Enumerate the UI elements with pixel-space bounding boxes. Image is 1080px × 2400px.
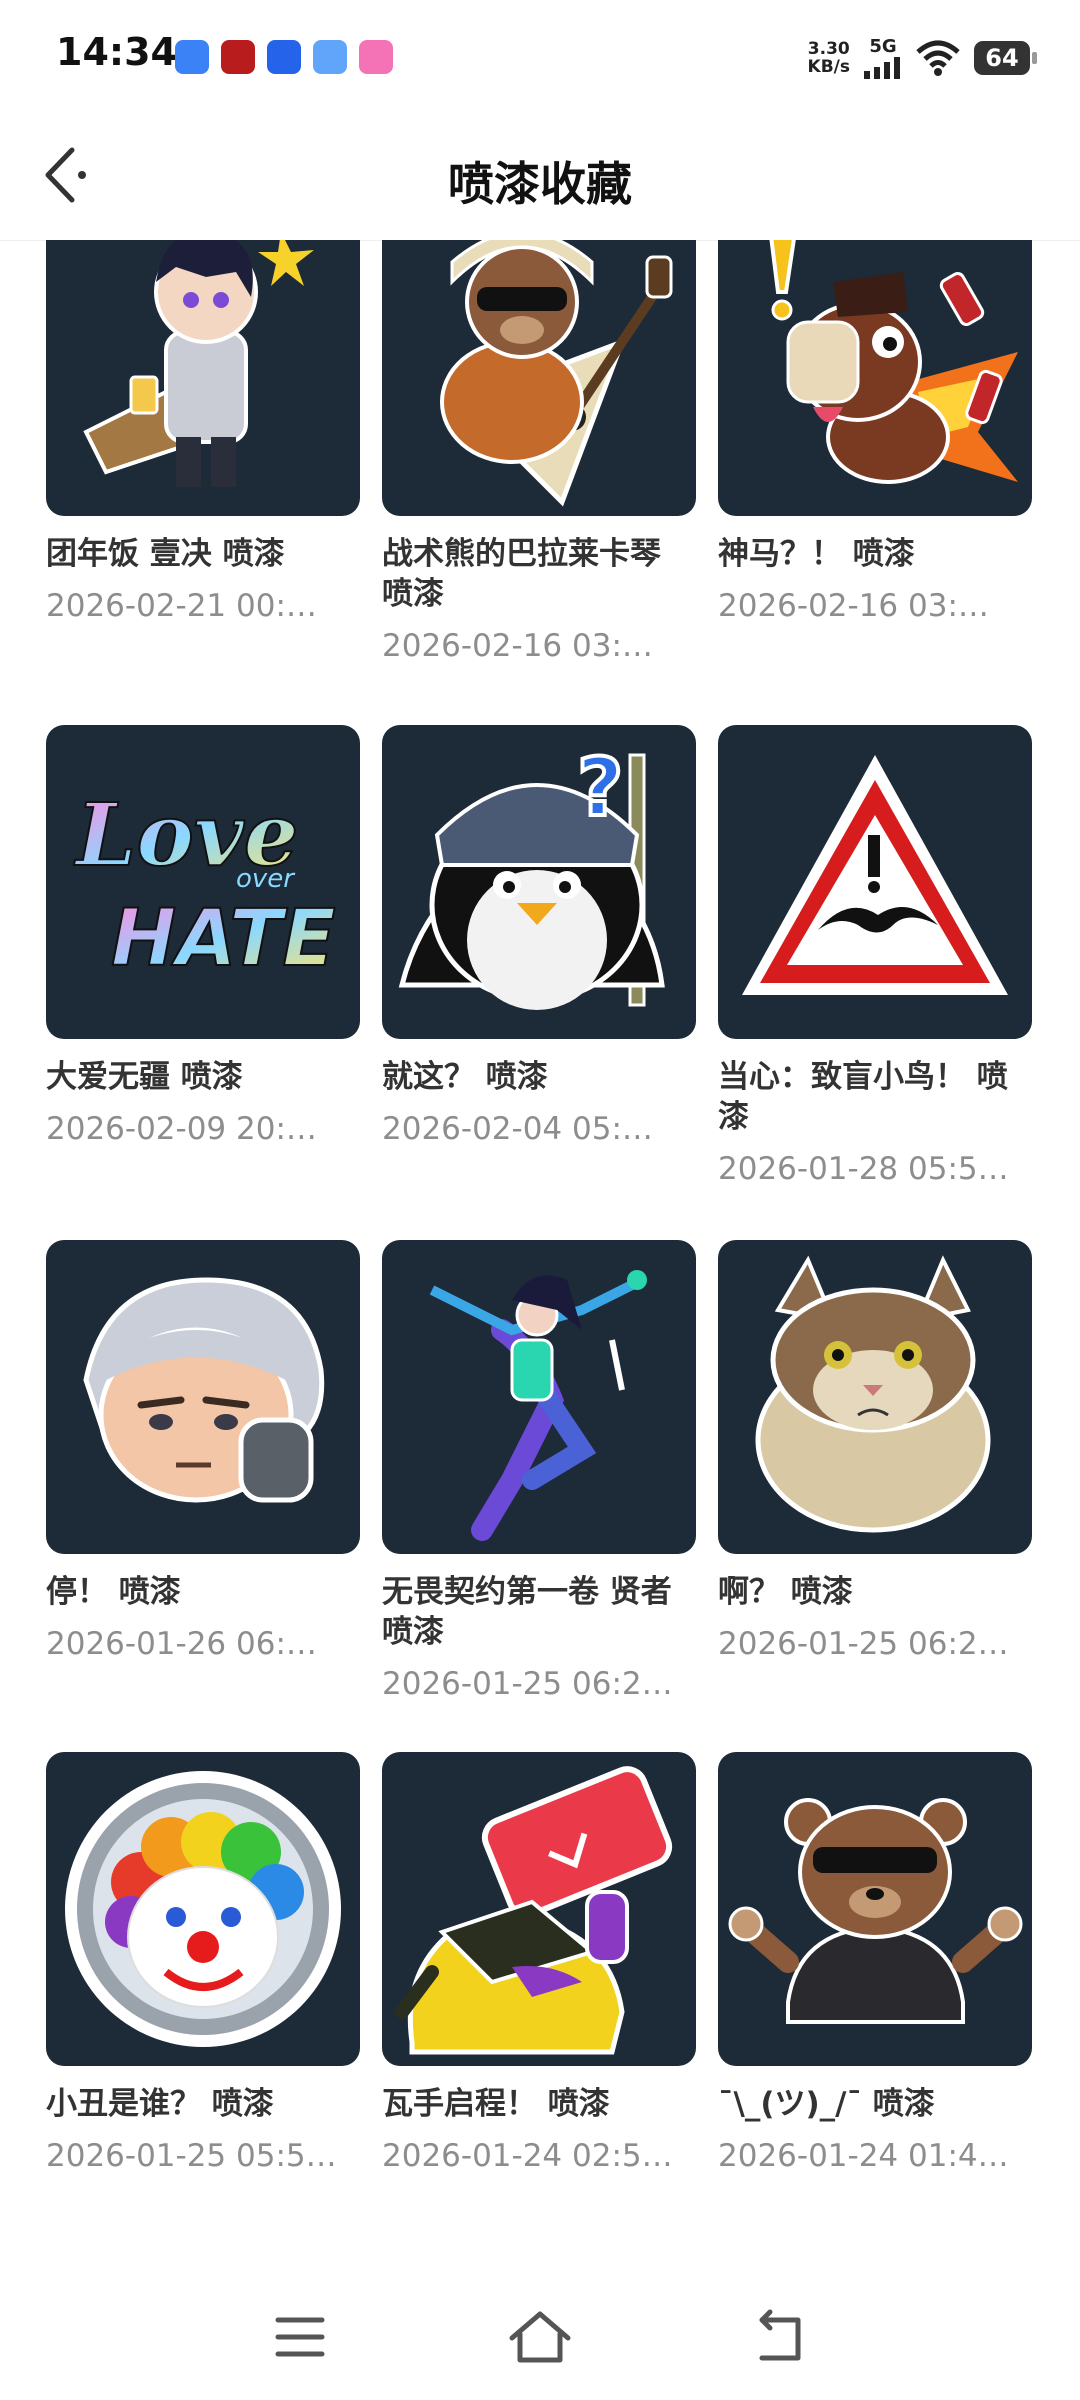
app-notification-icon <box>359 40 393 74</box>
spray-date: 2026-01-24 01:4… <box>718 2138 1009 2174</box>
network-type: 5G <box>869 36 897 57</box>
spray-name: 大爱无疆 喷漆 <box>46 1059 243 1095</box>
spray-name: 无畏契约第一卷 贤者 喷漆 <box>382 1574 672 1650</box>
spray-thumbnail <box>718 725 1032 1039</box>
app-notification-icon <box>175 40 209 74</box>
notification-icons <box>175 40 393 74</box>
horse-explosion-sticker <box>769 240 1018 484</box>
spray-date: 2026-01-24 02:5… <box>382 2138 673 2174</box>
spray-name: 战术熊的巴拉莱卡琴 喷漆 <box>382 536 661 612</box>
spray-card[interactable]: 停！ 喷漆 2026-01-26 06:… <box>46 1240 360 1664</box>
system-nav-bar <box>0 2280 1080 2400</box>
spray-name: 当心：致盲小鸟！ 喷漆 <box>718 1059 1008 1135</box>
back-nav-button[interactable] <box>740 2302 820 2372</box>
spray-thumbnail <box>382 240 696 516</box>
battery-icon: 64 <box>974 40 1037 75</box>
spray-date: 2026-02-09 20:… <box>46 1111 317 1147</box>
spray-thumbnail <box>718 1240 1032 1554</box>
spray-date: 2026-01-25 06:2… <box>382 1666 673 1702</box>
cellular-signal: 5G <box>864 36 902 79</box>
spray-name: 神马？！ 喷漆 <box>718 536 915 572</box>
spray-date: 2026-01-25 05:5… <box>46 2138 337 2174</box>
app-notification-icon <box>313 40 347 74</box>
network-speed-value: 3.30 <box>807 38 850 59</box>
penguin-question-sticker: ? <box>398 739 665 1010</box>
spray-card[interactable]: Love over HATE 大爱无疆 喷漆 2026-02-09 20:… <box>46 725 360 1149</box>
spray-card[interactable]: ? 就这？ 喷漆 2026-02-04 05:… <box>382 725 696 1149</box>
app-notification-icon <box>267 40 301 74</box>
signal-icon <box>864 57 900 79</box>
cat-sticker <box>755 1255 991 1533</box>
spray-thumbnail <box>46 240 360 516</box>
wifi-icon <box>916 40 960 76</box>
spray-card[interactable]: 团年饭 壹决 喷漆 2026-02-21 00:… <box>46 240 360 626</box>
clown-mirror-sticker <box>65 1771 341 2047</box>
spray-thumbnail <box>382 1240 696 1554</box>
menu-icon <box>275 2317 325 2357</box>
spray-date: 2026-01-26 06:… <box>46 1626 317 1662</box>
spray-name: 瓦手启程！ 喷漆 <box>382 2086 610 2122</box>
spray-name: ¯\_(ツ)_/¯ 喷漆 <box>718 2086 935 2122</box>
spray-name: 团年饭 壹决 喷漆 <box>46 536 285 572</box>
warning-bird-sticker <box>742 755 1008 995</box>
spray-date: 2026-01-25 06:2… <box>718 1626 1009 1662</box>
page-title: 喷漆收藏 <box>448 157 632 211</box>
page-header: 喷漆收藏 <box>0 110 1080 241</box>
spray-date: 2026-02-04 05:… <box>382 1111 653 1147</box>
spray-card[interactable]: 啊？ 喷漆 2026-01-25 06:2… <box>718 1240 1032 1664</box>
spray-thumbnail: Love over HATE <box>46 725 360 1039</box>
spray-card[interactable]: 战术熊的巴拉莱卡琴 喷漆 2026-02-16 03:… <box>382 240 696 666</box>
spray-card[interactable]: ¯\_(ツ)_/¯ 喷漆 2026-01-24 01:4… <box>718 1752 1032 2176</box>
anime-character-sticker <box>83 240 314 487</box>
sage-agent-sticker <box>429 1270 647 1541</box>
hate-text: HATE <box>111 894 336 984</box>
shrug-bear-sticker <box>728 1798 1023 2024</box>
status-bar: 14:34 3.30 KB/s 5G 64 <box>0 0 1080 110</box>
spray-thumbnail <box>46 1240 360 1554</box>
spray-date: 2026-01-28 05:5… <box>718 1151 1009 1187</box>
over-text: over <box>236 864 296 894</box>
app-notification-icon <box>221 40 255 74</box>
home-button[interactable] <box>500 2302 580 2372</box>
status-time: 14:34 <box>56 30 177 74</box>
spray-name: 小丑是谁？ 喷漆 <box>46 2086 274 2122</box>
spray-thumbnail <box>718 1752 1032 2066</box>
spray-grid: 团年饭 壹决 喷漆 2026-02-21 00:… 战术熊的巴拉莱卡琴 喷漆 2… <box>0 240 1080 2270</box>
back-nav-icon <box>759 2309 801 2361</box>
menu-button[interactable] <box>260 2302 340 2372</box>
spray-name: 就这？ 喷漆 <box>382 1059 548 1095</box>
spray-name: 停！ 喷漆 <box>46 1574 181 1610</box>
spray-thumbnail <box>382 1752 696 2066</box>
home-icon <box>509 2311 571 2363</box>
spray-card[interactable]: 小丑是谁？ 喷漆 2026-01-25 05:5… <box>46 1752 360 2176</box>
spray-date: 2026-02-16 03:… <box>382 628 653 664</box>
spray-thumbnail <box>718 240 1032 516</box>
question-mark-glyph: ? <box>577 741 623 834</box>
love-over-hate-sticker: Love over HATE <box>72 784 337 985</box>
spray-thumbnail: ? <box>382 725 696 1039</box>
spray-name: 啊？ 喷漆 <box>718 1574 853 1610</box>
spray-card[interactable]: 当心：致盲小鸟！ 喷漆 2026-01-28 05:5… <box>718 725 1032 1189</box>
spray-card[interactable]: 瓦手启程！ 喷漆 2026-01-24 02:5… <box>382 1752 696 2176</box>
network-speed: 3.30 KB/s <box>808 40 850 76</box>
spray-thumbnail <box>46 1752 360 2066</box>
duck-phone-sticker <box>395 1766 673 2055</box>
bear-balalaika-sticker <box>440 240 673 507</box>
spray-date: 2026-02-16 03:… <box>718 588 989 624</box>
stop-hand-sticker <box>83 1277 325 1503</box>
spray-card[interactable]: 无畏契约第一卷 贤者 喷漆 2026-01-25 06:2… <box>382 1240 696 1704</box>
network-speed-unit: KB/s <box>807 56 850 77</box>
spray-date: 2026-02-21 00:… <box>46 588 317 624</box>
spray-card[interactable]: 神马？！ 喷漆 2026-02-16 03:… <box>718 240 1032 626</box>
